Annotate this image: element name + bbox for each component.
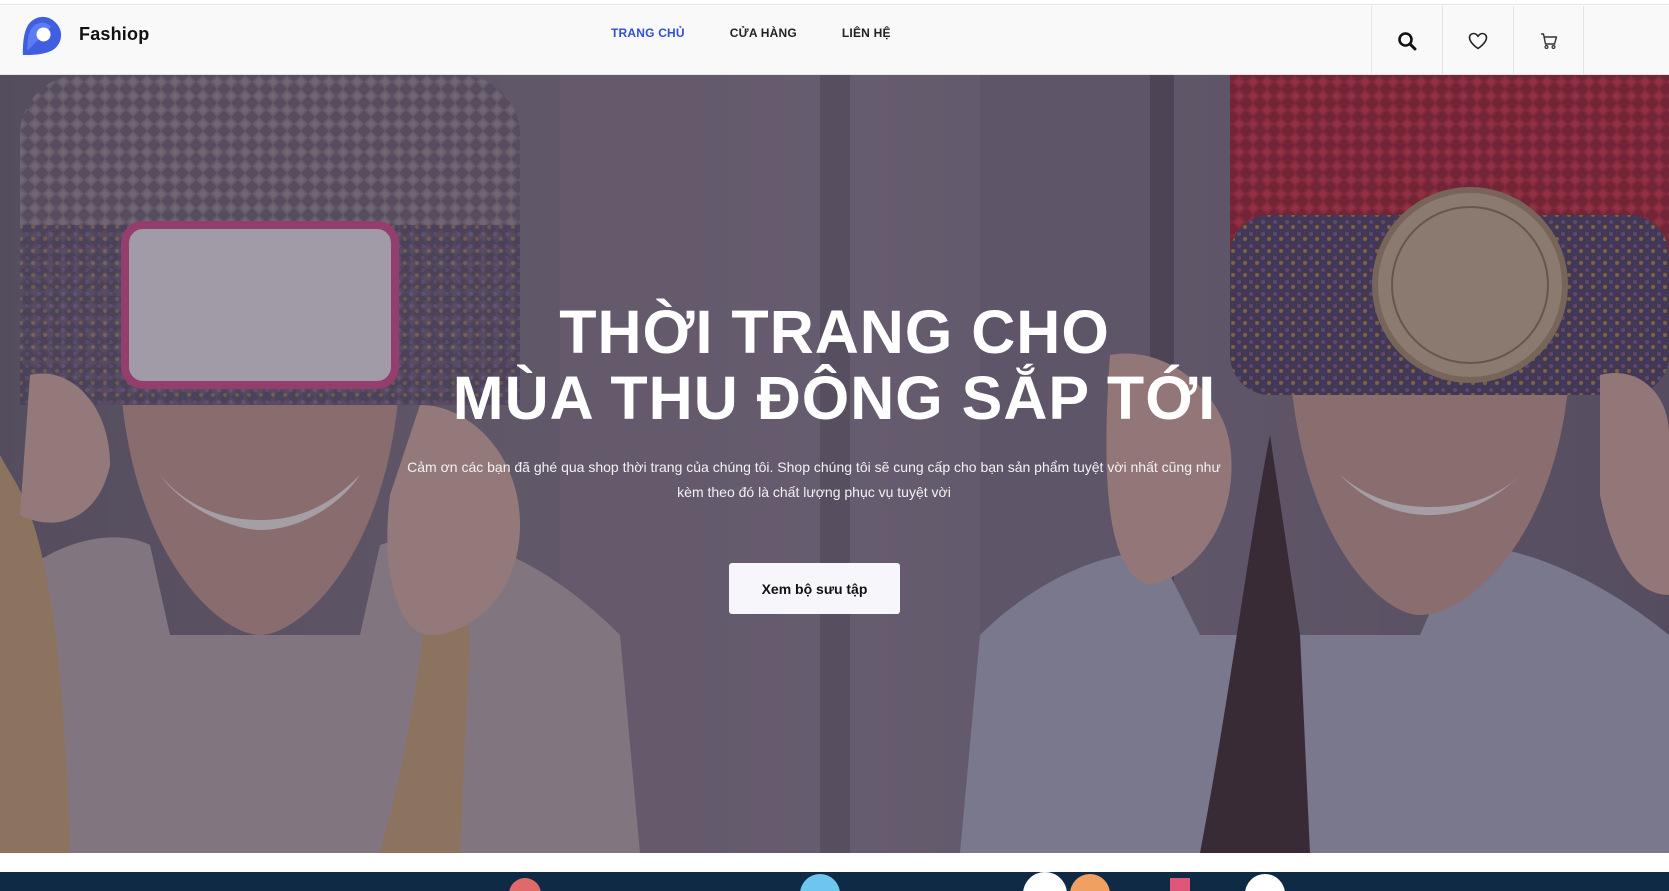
nav-item-shop[interactable]: CỬA HÀNG [730, 26, 797, 40]
search-button[interactable] [1371, 6, 1442, 75]
wishlist-button[interactable] [1442, 6, 1513, 75]
main-nav: TRANG CHỦ CỬA HÀNG LIÊN HỆ [611, 26, 936, 40]
hero-title-line-2: MÙA THU ĐÔNG SẮP TỚI [452, 364, 1217, 432]
nav-item-contact[interactable]: LIÊN HỆ [842, 26, 891, 40]
brand-name[interactable]: Fashiop [79, 24, 149, 45]
hero-banner: THỜI TRANG CHO MÙA THU ĐÔNG SẮP TỚI Cảm … [0, 75, 1669, 853]
heart-icon [1468, 32, 1488, 49]
hero-title-line-1: THỜI TRANG CHO [559, 298, 1110, 366]
site-header: Fashiop TRANG CHỦ CỬA HÀNG LIÊN HỆ [0, 6, 1669, 75]
header-actions [1371, 6, 1584, 75]
search-icon [1398, 31, 1417, 50]
cart-icon [1540, 32, 1557, 49]
next-section-image [0, 872, 1669, 891]
cart-button[interactable] [1513, 6, 1584, 75]
nav-item-home[interactable]: TRANG CHỦ [611, 26, 685, 40]
map-pin-logo-icon[interactable] [12, 10, 68, 66]
view-collection-button[interactable]: Xem bộ sưu tập [729, 563, 900, 614]
next-section-preview [0, 872, 1669, 891]
top-border [0, 0, 1669, 5]
hero-subtitle: Cảm ơn các bạn đã ghé qua shop thời tran… [407, 459, 1221, 500]
section-gap [0, 853, 1669, 872]
